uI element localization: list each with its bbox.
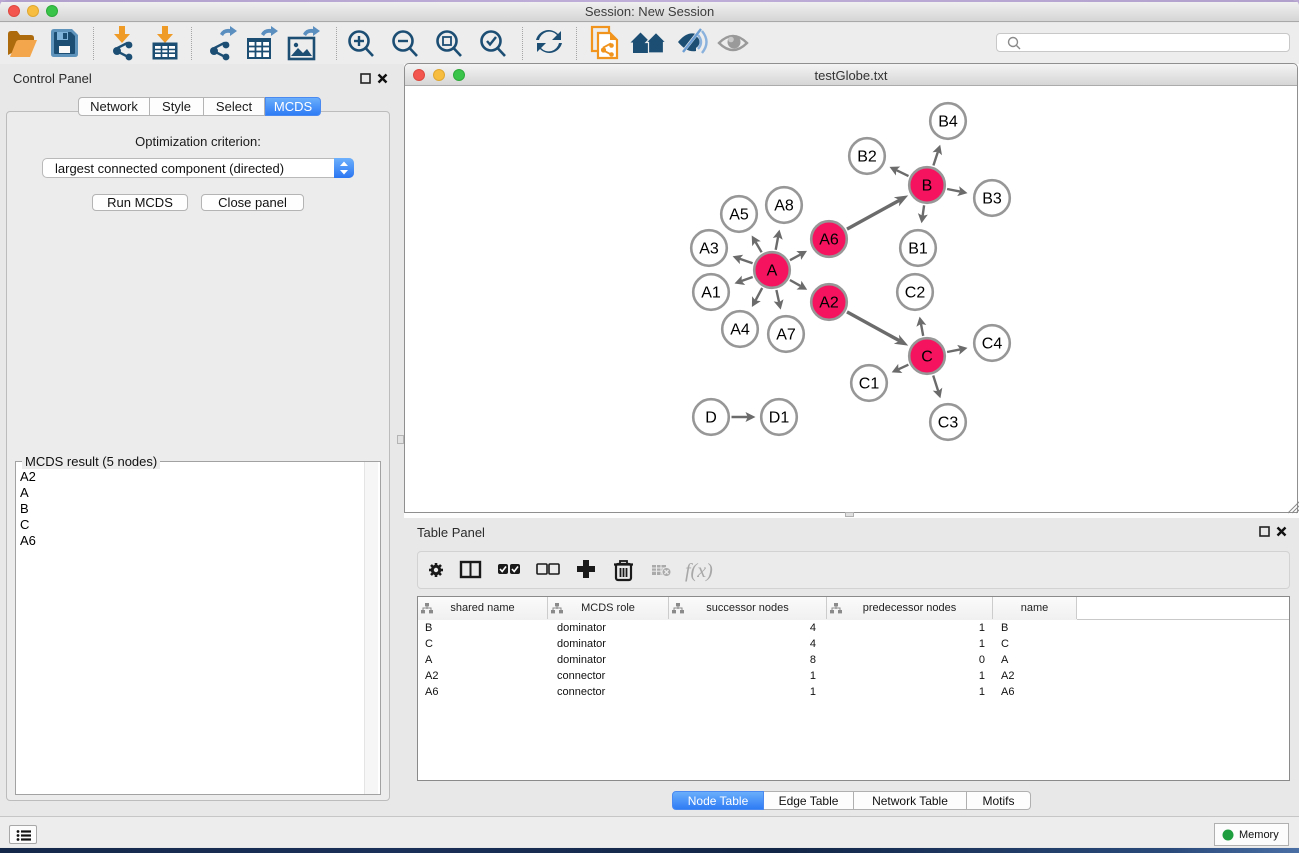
svg-text:A1: A1 [701, 285, 721, 302]
svg-text:C2: C2 [905, 285, 926, 302]
svg-text:B: B [922, 178, 933, 195]
svg-text:B2: B2 [857, 149, 877, 166]
svg-text:D: D [705, 410, 717, 427]
svg-text:A5: A5 [729, 207, 749, 224]
svg-text:A6: A6 [819, 232, 839, 249]
svg-text:C4: C4 [982, 336, 1003, 353]
svg-text:A: A [767, 263, 778, 280]
svg-text:D1: D1 [769, 410, 790, 427]
svg-text:C1: C1 [859, 376, 880, 393]
svg-text:C: C [921, 349, 933, 366]
svg-text:C3: C3 [938, 415, 959, 432]
svg-text:A8: A8 [774, 198, 794, 215]
svg-text:B4: B4 [938, 114, 958, 131]
svg-text:A4: A4 [730, 322, 750, 339]
svg-text:B3: B3 [982, 191, 1002, 208]
svg-text:B1: B1 [908, 241, 928, 258]
svg-text:A2: A2 [819, 295, 839, 312]
svg-text:A3: A3 [699, 241, 719, 258]
svg-text:f(x): f(x) [685, 560, 713, 582]
svg-text:A7: A7 [776, 327, 796, 344]
